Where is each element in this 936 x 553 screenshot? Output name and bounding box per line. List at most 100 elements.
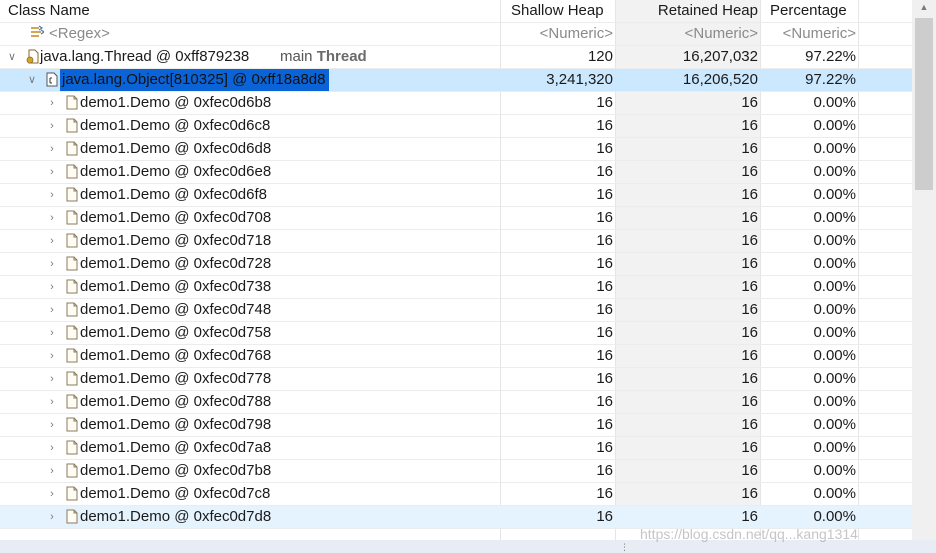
tree-row[interactable]: ∨ java.lang.Object[810325] @ 0xff18a8d8 3,… xyxy=(0,69,912,92)
object-name-label[interactable]: demo1.Demo @ 0xfec0d7c8 xyxy=(80,483,270,505)
shallow-heap-cell: 16 xyxy=(596,439,613,456)
class-name-cell: › demo1.Demo @ 0xfec0d6b8 xyxy=(0,92,500,114)
chevron-right-icon[interactable]: › xyxy=(46,483,58,505)
object-name-label[interactable]: demo1.Demo @ 0xfec0d788 xyxy=(80,391,271,413)
chevron-right-icon[interactable]: › xyxy=(46,92,58,114)
object-name-label[interactable]: demo1.Demo @ 0xfec0d6d8 xyxy=(80,138,271,160)
object-icon xyxy=(66,256,78,271)
retained-heap-cell: 16 xyxy=(616,138,760,160)
filter-icon xyxy=(30,25,46,40)
chevron-right-icon[interactable]: › xyxy=(46,437,58,459)
class-name-cell: › demo1.Demo @ 0xfec0d798 xyxy=(0,414,500,436)
tree-row[interactable]: › demo1.Demo @ 0xfec0d7c8 16 16 0.00% xyxy=(0,483,912,506)
object-name-label[interactable]: demo1.Demo @ 0xfec0d6c8 xyxy=(80,115,270,137)
retained-heap-cell: 16 xyxy=(616,460,760,482)
object-icon xyxy=(66,118,78,133)
percentage-filter-input[interactable]: <Numeric> xyxy=(761,23,858,45)
vertical-scrollbar[interactable]: ▲ xyxy=(912,0,936,540)
object-name-label[interactable]: demo1.Demo @ 0xfec0d7a8 xyxy=(80,437,271,459)
tree-row[interactable]: › demo1.Demo @ 0xfec0d788 16 16 0.00% xyxy=(0,391,912,414)
column-header-percentage[interactable]: Percentage xyxy=(770,0,847,22)
object-name-label[interactable]: demo1.Demo @ 0xfec0d6f8 xyxy=(80,184,267,206)
object-name-label[interactable]: demo1.Demo @ 0xfec0d7b8 xyxy=(80,460,271,482)
chevron-right-icon[interactable]: › xyxy=(46,230,58,252)
shallow-heap-filter-input[interactable]: <Numeric> xyxy=(501,23,615,45)
retained-heap-cell: 16 xyxy=(616,276,760,298)
shallow-heap-cell: 120 xyxy=(587,48,613,65)
tree-row[interactable]: › demo1.Demo @ 0xfec0d6f8 16 16 0.00% xyxy=(0,184,912,207)
object-name-label[interactable]: demo1.Demo @ 0xfec0d7d8 xyxy=(80,506,271,528)
chevron-right-icon[interactable]: › xyxy=(46,253,58,275)
object-name-label[interactable]: demo1.Demo @ 0xfec0d728 xyxy=(80,253,271,275)
tree-row[interactable]: › demo1.Demo @ 0xfec0d798 16 16 0.00% xyxy=(0,414,912,437)
chevron-right-icon[interactable]: › xyxy=(46,506,58,528)
object-name-label[interactable]: demo1.Demo @ 0xfec0d758 xyxy=(80,322,271,344)
tree-row[interactable]: › demo1.Demo @ 0xfec0d6b8 16 16 0.00% xyxy=(0,92,912,115)
tree-row[interactable]: › demo1.Demo @ 0xfec0d6c8 16 16 0.00% xyxy=(0,115,912,138)
chevron-right-icon[interactable]: › xyxy=(46,322,58,344)
watermark: https://blog.csdn.net/qq...kang1314 xyxy=(640,526,858,542)
tree-row[interactable]: › demo1.Demo @ 0xfec0d768 16 16 0.00% xyxy=(0,345,912,368)
object-name-label[interactable]: demo1.Demo @ 0xfec0d738 xyxy=(80,276,271,298)
tree-row[interactable]: › demo1.Demo @ 0xfec0d6e8 16 16 0.00% xyxy=(0,161,912,184)
object-icon xyxy=(66,463,78,478)
object-name-label[interactable]: demo1.Demo @ 0xfec0d718 xyxy=(80,230,271,252)
retained-heap-cell: 16 xyxy=(616,184,760,206)
object-name-label[interactable]: demo1.Demo @ 0xfec0d778 xyxy=(80,368,271,390)
chevron-right-icon[interactable]: › xyxy=(46,299,58,321)
object-name-label[interactable]: demo1.Demo @ 0xfec0d6b8 xyxy=(80,92,271,114)
percentage-cell: 0.00% xyxy=(813,485,856,502)
object-name-label[interactable]: java.lang.Object[810325] @ 0xff18a8d8 xyxy=(60,69,330,91)
class-name-cell: › demo1.Demo @ 0xfec0d788 xyxy=(0,391,500,413)
tree-row[interactable]: › demo1.Demo @ 0xfec0d7a8 16 16 0.00% xyxy=(0,437,912,460)
shallow-heap-cell: 16 xyxy=(596,186,613,203)
chevron-right-icon[interactable]: › xyxy=(46,276,58,298)
percentage-cell: 0.00% xyxy=(813,278,856,295)
object-name-label[interactable]: java.lang.Thread @ 0xff879238 xyxy=(40,46,249,68)
object-name-label[interactable]: demo1.Demo @ 0xfec0d768 xyxy=(80,345,271,367)
retained-heap-cell: 16,206,520 xyxy=(682,71,758,88)
tree-row[interactable]: › demo1.Demo @ 0xfec0d708 16 16 0.00% xyxy=(0,207,912,230)
object-icon xyxy=(66,141,78,156)
chevron-down-icon[interactable]: ∨ xyxy=(6,46,18,68)
tree-row[interactable]: › demo1.Demo @ 0xfec0d728 16 16 0.00% xyxy=(0,253,912,276)
chevron-right-icon[interactable]: › xyxy=(46,414,58,436)
tree-row[interactable]: › demo1.Demo @ 0xfec0d738 16 16 0.00% xyxy=(0,276,912,299)
retained-heap-filter-input[interactable]: <Numeric> xyxy=(616,23,760,45)
chevron-right-icon[interactable]: › xyxy=(46,207,58,229)
scrollbar-thumb[interactable] xyxy=(915,18,933,190)
chevron-right-icon[interactable]: › xyxy=(46,161,58,183)
object-icon xyxy=(66,210,78,225)
heap-tree-table: Class Name Shallow Heap ⌃ Retained Heap … xyxy=(0,0,912,540)
retained-heap-cell: 16 xyxy=(616,253,760,275)
chevron-down-icon[interactable]: ∨ xyxy=(26,69,38,91)
column-header-retained-cell[interactable]: ⌃ Retained Heap xyxy=(616,0,760,22)
object-name-label[interactable]: demo1.Demo @ 0xfec0d748 xyxy=(80,299,271,321)
object-icon xyxy=(66,348,78,363)
tree-row[interactable]: › demo1.Demo @ 0xfec0d718 16 16 0.00% xyxy=(0,230,912,253)
column-header-class-name[interactable]: Class Name xyxy=(8,0,90,22)
tree-row[interactable]: › demo1.Demo @ 0xfec0d758 16 16 0.00% xyxy=(0,322,912,345)
tree-row[interactable]: ∨ java.lang.Thread @ 0xff879238 main Threa… xyxy=(0,46,912,69)
column-header-shallow-heap[interactable]: Shallow Heap xyxy=(511,0,604,22)
chevron-right-icon[interactable]: › xyxy=(46,368,58,390)
object-name-label[interactable]: demo1.Demo @ 0xfec0d708 xyxy=(80,207,271,229)
chevron-right-icon[interactable]: › xyxy=(46,138,58,160)
object-name-label[interactable]: demo1.Demo @ 0xfec0d798 xyxy=(80,414,271,436)
scroll-up-arrow-icon[interactable]: ▲ xyxy=(918,2,930,12)
tree-row[interactable]: › demo1.Demo @ 0xfec0d6d8 16 16 0.00% xyxy=(0,138,912,161)
chevron-right-icon[interactable]: › xyxy=(46,460,58,482)
chevron-right-icon[interactable]: › xyxy=(46,345,58,367)
chevron-right-icon[interactable]: › xyxy=(46,184,58,206)
chevron-right-icon[interactable]: › xyxy=(46,115,58,137)
tree-row[interactable]: › demo1.Demo @ 0xfec0d7b8 16 16 0.00% xyxy=(0,460,912,483)
percentage-cell: 0.00% xyxy=(813,209,856,226)
tree-row[interactable]: › demo1.Demo @ 0xfec0d748 16 16 0.00% xyxy=(0,299,912,322)
tree-row[interactable]: › demo1.Demo @ 0xfec0d778 16 16 0.00% xyxy=(0,368,912,391)
object-icon xyxy=(66,302,78,317)
class-name-filter-input[interactable]: <Regex> xyxy=(49,23,110,45)
shallow-heap-cell: 3,241,320 xyxy=(546,71,613,88)
chevron-right-icon[interactable]: › xyxy=(46,391,58,413)
object-name-label[interactable]: demo1.Demo @ 0xfec0d6e8 xyxy=(80,161,271,183)
resize-grip-icon[interactable]: ⋮ xyxy=(620,543,629,552)
